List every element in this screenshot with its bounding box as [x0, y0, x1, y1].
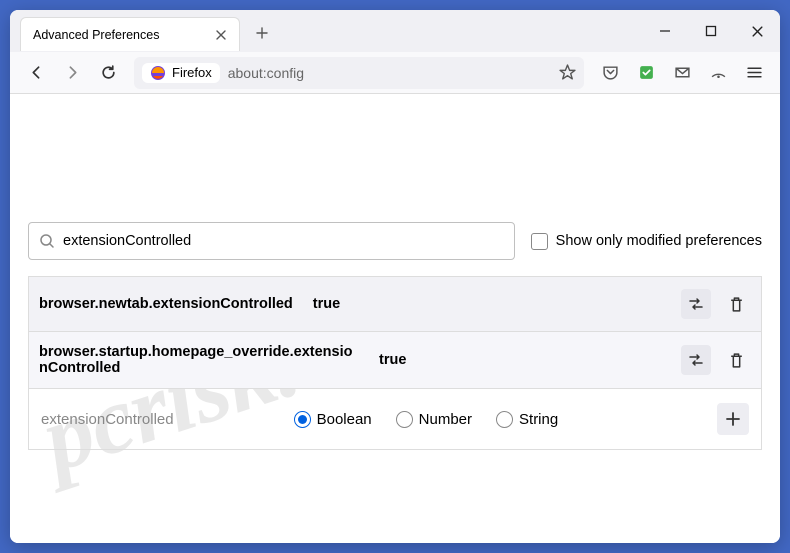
- pocket-icon[interactable]: [594, 57, 626, 89]
- close-window-button[interactable]: [734, 10, 780, 52]
- new-preference-name: extensionControlled: [41, 411, 174, 428]
- identity-label: Firefox: [172, 65, 212, 80]
- about-config-content: pcrisk.com Show only modified preference…: [10, 94, 780, 543]
- activity-icon[interactable]: [702, 57, 734, 89]
- minimize-button[interactable]: [642, 10, 688, 52]
- toggle-button[interactable]: [681, 345, 711, 375]
- search-icon: [39, 233, 55, 249]
- delete-button[interactable]: [721, 289, 751, 319]
- preference-row[interactable]: browser.newtab.extensionControlled true: [29, 277, 761, 332]
- radio-icon: [294, 411, 311, 428]
- identity-box[interactable]: Firefox: [142, 63, 220, 83]
- checkbox-label: Show only modified preferences: [556, 233, 762, 249]
- tab-title: Advanced Preferences: [33, 28, 159, 42]
- add-preference-button[interactable]: [717, 403, 749, 435]
- radio-boolean[interactable]: Boolean: [294, 411, 372, 428]
- new-preference-row: extensionControlled Boolean Number Strin…: [28, 389, 762, 450]
- delete-button[interactable]: [721, 345, 751, 375]
- inbox-icon[interactable]: [666, 57, 698, 89]
- maximize-button[interactable]: [688, 10, 734, 52]
- new-tab-button[interactable]: [248, 19, 276, 47]
- menu-icon[interactable]: [738, 57, 770, 89]
- radio-number[interactable]: Number: [396, 411, 472, 428]
- window-controls: [642, 10, 780, 52]
- toggle-button[interactable]: [681, 289, 711, 319]
- search-input[interactable]: [63, 233, 504, 249]
- preference-list: browser.newtab.extensionControlled true …: [28, 276, 762, 389]
- preference-row[interactable]: browser.startup.homepage_override.extens…: [29, 332, 761, 388]
- preference-value: true: [313, 296, 340, 312]
- preference-name: browser.newtab.extensionControlled: [39, 296, 293, 312]
- search-box[interactable]: [28, 222, 515, 260]
- radio-string[interactable]: String: [496, 411, 558, 428]
- back-button[interactable]: [20, 57, 52, 89]
- preference-name: browser.startup.homepage_override.extens…: [39, 344, 359, 376]
- nav-toolbar: Firefox about:config: [10, 52, 780, 94]
- radio-label: Number: [419, 411, 472, 428]
- preference-value: true: [379, 352, 406, 368]
- extension-icon[interactable]: [630, 57, 662, 89]
- forward-button[interactable]: [56, 57, 88, 89]
- titlebar: Advanced Preferences: [10, 10, 780, 52]
- reload-button[interactable]: [92, 57, 124, 89]
- checkbox-icon: [531, 233, 548, 250]
- radio-label: Boolean: [317, 411, 372, 428]
- show-modified-checkbox[interactable]: Show only modified preferences: [531, 233, 762, 250]
- url-text: about:config: [228, 65, 304, 81]
- browser-tab[interactable]: Advanced Preferences: [20, 17, 240, 51]
- firefox-icon: [150, 65, 166, 81]
- type-radio-group: Boolean Number String: [294, 411, 559, 428]
- bookmark-star-icon[interactable]: [559, 64, 576, 81]
- url-bar[interactable]: Firefox about:config: [134, 57, 584, 89]
- close-tab-icon[interactable]: [211, 25, 231, 45]
- radio-icon: [396, 411, 413, 428]
- radio-icon: [496, 411, 513, 428]
- radio-label: String: [519, 411, 558, 428]
